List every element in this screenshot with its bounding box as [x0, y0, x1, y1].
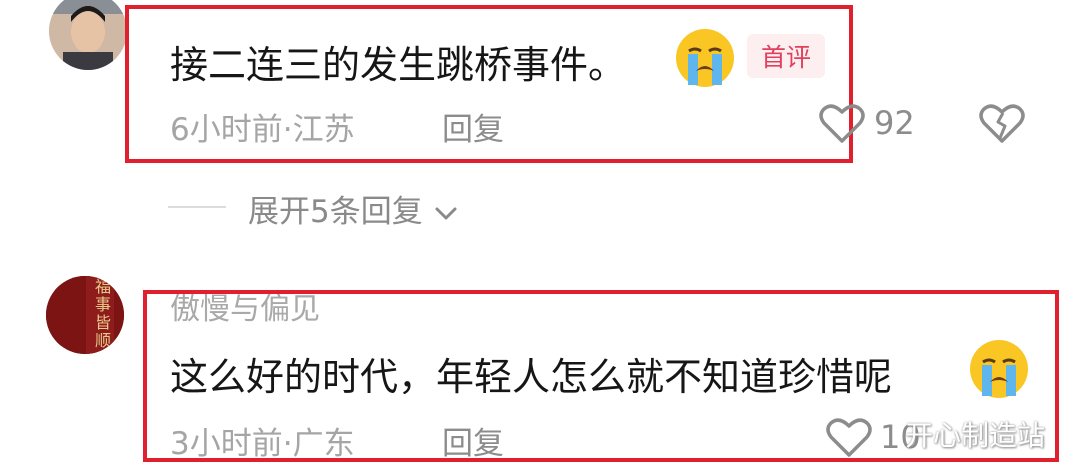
avatar[interactable]: 福 事 皆 顺 [46, 276, 124, 354]
expand-replies-button[interactable]: 展开5条回复 [248, 186, 459, 231]
expand-divider [168, 206, 226, 208]
comment-location: 江苏 [292, 112, 355, 148]
meta-dot: · [282, 426, 293, 462]
reply-button[interactable]: 回复 [442, 418, 504, 463]
comment-text: 这么好的时代，年轻人怎么就不知道珍惜呢 [170, 355, 893, 399]
avatar-photo [49, 0, 127, 70]
heart-icon[interactable] [819, 102, 865, 144]
comment-text: 接二连三的发生跳桥事件。 [170, 43, 627, 87]
comment-time: 3小时前 [170, 426, 283, 462]
reply-button[interactable]: 回复 [442, 104, 504, 149]
expand-replies-label: 展开5条回复 [248, 194, 423, 230]
chevron-down-icon [435, 207, 457, 219]
loudly-crying-face-icon [676, 29, 734, 87]
avatar[interactable] [49, 0, 127, 70]
heart-icon[interactable] [826, 416, 872, 458]
comment-location: 广东 [292, 426, 355, 462]
dislike-icon[interactable] [979, 102, 1025, 144]
comment-meta: 6小时前·江苏 [170, 104, 355, 149]
meta-dot: · [282, 112, 293, 148]
comment-meta: 3小时前·广东 [170, 418, 355, 463]
watermark: 开心制造站 [905, 419, 1046, 452]
avatar-calligraphy-text: 福 事 皆 顺 [94, 277, 111, 350]
like-count: 92 [874, 104, 915, 142]
loudly-crying-face-icon [970, 340, 1028, 398]
comment-time: 6小时前 [170, 112, 283, 148]
first-comment-badge: 首评 [747, 34, 825, 78]
